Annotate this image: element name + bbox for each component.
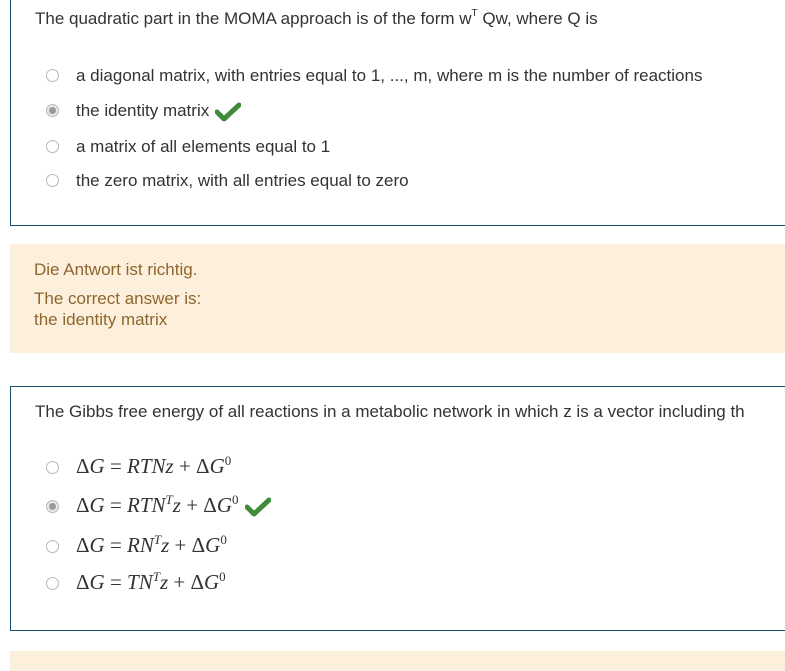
answer-option-q2-d[interactable]: ΔG = TNTz + ΔG0 [11,569,785,599]
answer-option-q2-c[interactable]: ΔG = RNTz + ΔG0 [11,532,785,562]
feedback-status: Die Antwort ist richtig. [34,260,198,279]
answer-option-q1-b[interactable]: the identity matrix [11,96,785,126]
radio-button-q1-c[interactable] [46,140,59,153]
correct-answer-label: The correct answer is: [34,289,202,308]
question-1-card: The quadratic part in the MOMA approach … [10,0,785,226]
formula-option-c[interactable]: ΔG = RNTz + ΔG0 [76,532,227,558]
check-icon [215,102,242,122]
answer-option-q2-a[interactable]: ΔG = RTNz + ΔG0 [11,453,785,483]
radio-button-q2-c[interactable] [46,540,59,553]
radio-button-q2-a[interactable] [46,461,59,474]
answer-option-q1-c[interactable]: a matrix of all elements equal to 1 [11,132,785,162]
option-label-q1-b[interactable]: the identity matrix [76,101,242,122]
feedback-panel-2 [10,651,785,671]
option-label[interactable]: the zero matrix, with all entries equal … [76,171,409,191]
answer-option-q1-d[interactable]: the zero matrix, with all entries equal … [11,166,785,196]
feedback-panel-1: Die Antwort ist richtig. The correct ans… [10,244,785,353]
radio-button-q1-a[interactable] [46,69,59,82]
question-1-text: The quadratic part in the MOMA approach … [35,8,598,28]
check-icon [244,497,271,517]
radio-button-q2-d[interactable] [46,577,59,590]
option-label[interactable]: a matrix of all elements equal to 1 [76,137,330,157]
formula-option-d[interactable]: ΔG = TNTz + ΔG0 [76,569,226,595]
radio-button-q1-b-selected[interactable] [46,104,59,117]
formula-option-a[interactable]: ΔG = RTNz + ΔG0 [76,453,231,479]
radio-button-q1-d[interactable] [46,174,59,187]
radio-button-q2-b-selected[interactable] [46,500,59,513]
answer-option-q2-b[interactable]: ΔG = RTNTz + ΔG0 [11,492,785,522]
option-label[interactable]: the identity matrix [76,101,209,120]
answer-option-q1-a[interactable]: a diagonal matrix, with entries equal to… [11,61,785,91]
correct-answer-value: the identity matrix [34,310,168,329]
question-2-text: The Gibbs free energy of all reactions i… [35,402,745,421]
question-2-card: The Gibbs free energy of all reactions i… [10,386,785,631]
option-label[interactable]: a diagonal matrix, with entries equal to… [76,66,702,86]
formula-option-b[interactable]: ΔG = RTNTz + ΔG0 [76,492,271,518]
